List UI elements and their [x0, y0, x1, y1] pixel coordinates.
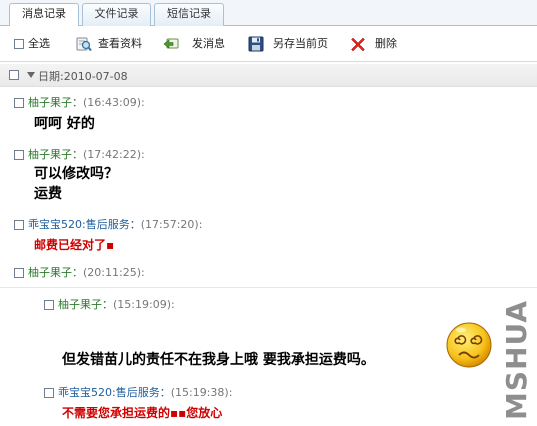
tab-messages[interactable]: 消息记录: [9, 3, 79, 27]
select-all-checkbox[interactable]: [14, 39, 24, 49]
message-time: (17:57:20):: [140, 218, 203, 231]
message-text: 呵呵 好的: [34, 116, 95, 132]
message-checkbox[interactable]: [14, 98, 24, 108]
view-profile-button[interactable]: 查看资料: [76, 35, 154, 53]
message-header: 柚子果子：(20:11:25):: [14, 266, 214, 280]
message-time: (16:43:09):: [83, 96, 145, 109]
message-time: (15:19:09):: [113, 298, 175, 311]
select-all-label: 全选: [28, 37, 50, 50]
divider: [0, 287, 537, 288]
sender-name[interactable]: 柚子果子：(16:43:09):: [28, 96, 145, 110]
save-page-label: 另存当前页: [273, 37, 328, 50]
message-time: (20:11:25):: [83, 266, 145, 279]
message-text: 不需要您承担运费的▪▪您放心: [62, 406, 223, 420]
view-profile-icon: [76, 37, 92, 52]
tab-sms[interactable]: 短信记录: [154, 3, 224, 26]
delete-button[interactable]: 删除: [350, 35, 402, 53]
floppy-disk-icon: [248, 36, 264, 52]
watermark-text: MSHUA: [500, 299, 533, 420]
message-text: 邮费已经对了▪: [34, 238, 115, 252]
send-message-label: 发消息: [192, 37, 225, 50]
date-group-header[interactable]: 日期:2010-07-08: [0, 64, 537, 87]
dizzy-face-emoticon-icon: [446, 322, 492, 368]
message-checkbox[interactable]: [14, 220, 24, 230]
sender-name[interactable]: 乖宝宝520:售后服务：(17:57:20):: [28, 218, 202, 232]
message-checkbox[interactable]: [14, 150, 24, 160]
date-group-checkbox[interactable]: [9, 70, 19, 80]
send-message-button[interactable]: 发消息: [163, 35, 231, 53]
collapse-triangle-icon[interactable]: [27, 72, 35, 78]
save-page-button[interactable]: 另存当前页: [248, 35, 334, 53]
view-profile-label: 查看资料: [98, 37, 142, 50]
message-checkbox[interactable]: [44, 300, 54, 310]
message-checkbox[interactable]: [14, 268, 24, 278]
message-header: 乖宝宝520:售后服务：(17:57:20):: [14, 218, 254, 232]
message-header: 柚子果子：(15:19:09):: [44, 298, 244, 312]
message-text: 可以修改吗？: [34, 166, 118, 182]
date-label: 日期:2010-07-08: [38, 70, 128, 83]
sender-name[interactable]: 柚子果子：(17:42:22):: [28, 148, 145, 162]
message-header: 柚子果子：(17:42:22):: [14, 148, 214, 162]
message-header: 柚子果子：(16:43:09):: [14, 96, 214, 110]
tab-files[interactable]: 文件记录: [82, 3, 151, 26]
sender-name[interactable]: 柚子果子：(15:19:09):: [58, 298, 175, 312]
message-time: (15:19:38):: [170, 386, 233, 399]
message-text: 运费: [34, 186, 62, 202]
message-time: (17:42:22):: [83, 148, 145, 161]
watermark: MSHUA: [500, 299, 533, 420]
sender-name[interactable]: 乖宝宝520:售后服务：(15:19:38):: [58, 386, 232, 400]
select-all-control[interactable]: 全选: [14, 35, 60, 53]
chat-history-window: 消息记录 文件记录 短信记录 全选 查看资料 发消息 另存当前页 删除 日期:2…: [0, 0, 537, 426]
tab-bar: 消息记录 文件记录 短信记录: [0, 0, 537, 27]
message-text: 但发错苗儿的责任不在我身上哦 要我承担运费吗。: [62, 352, 375, 368]
message-header: 乖宝宝520:售后服务：(15:19:38):: [44, 386, 284, 400]
send-message-icon: [163, 38, 179, 49]
message-checkbox[interactable]: [44, 388, 54, 398]
delete-label: 删除: [375, 37, 397, 50]
toolbar: 全选 查看资料 发消息 另存当前页 删除: [0, 26, 537, 62]
sender-name[interactable]: 柚子果子：(20:11:25):: [28, 266, 145, 280]
delete-icon: [351, 37, 365, 52]
